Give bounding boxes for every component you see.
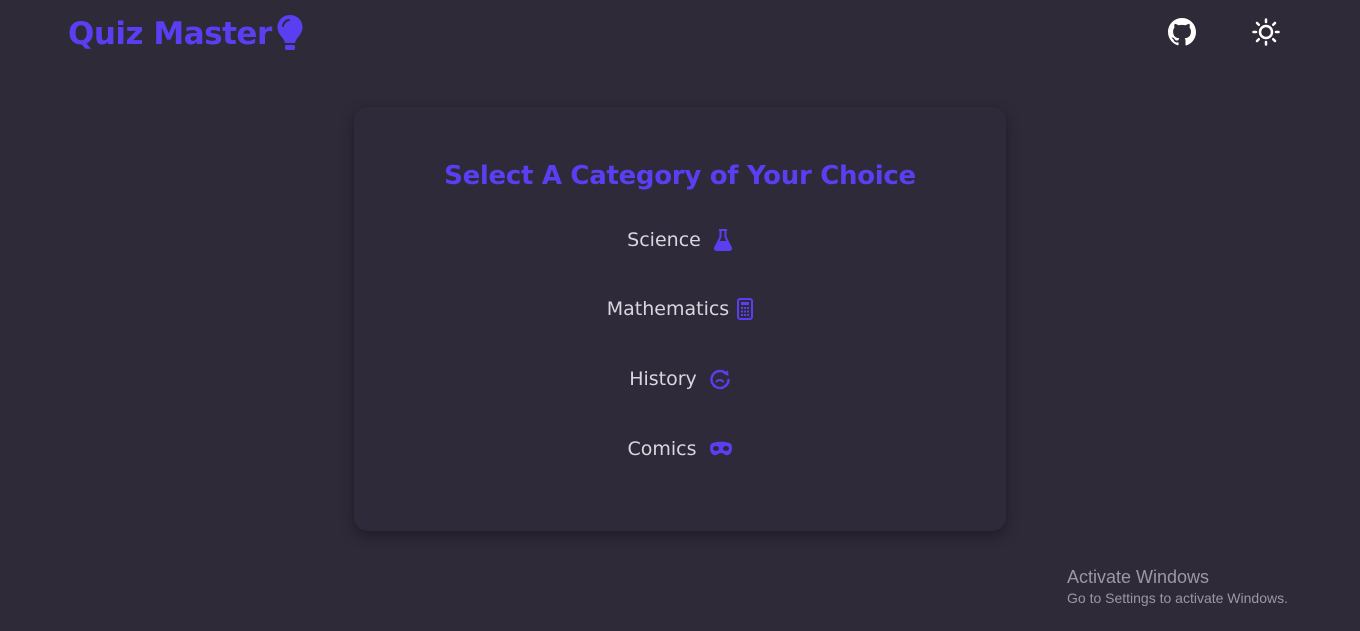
sun-icon	[1252, 18, 1280, 46]
category-card: Select A Category of Your Choice Science…	[354, 107, 1006, 531]
watermark-title: Activate Windows	[1067, 567, 1210, 587]
github-icon	[1168, 18, 1197, 46]
theme-toggle-button[interactable]	[1252, 18, 1280, 50]
card-title: Select A Category of Your Choice	[444, 161, 916, 191]
flask-icon	[713, 229, 732, 251]
category-label: Mathematics	[606, 298, 730, 320]
watermark-subtitle: Go to Settings to activate Windows.	[1067, 590, 1288, 606]
category-science[interactable]: Science	[354, 229, 1006, 251]
category-label: Science	[627, 229, 701, 251]
lightbulb-icon	[277, 15, 303, 50]
github-link[interactable]	[1168, 18, 1197, 50]
calculator-icon	[737, 298, 754, 320]
mask-icon	[709, 441, 732, 456]
app-logo[interactable]: Quiz Master	[68, 14, 304, 54]
app-title: Quiz Master	[68, 16, 272, 52]
windows-activation-watermark: Activate Windows Go to Settings to activ…	[1067, 567, 1288, 606]
category-history[interactable]: History	[354, 368, 1006, 390]
category-comics[interactable]: Comics	[354, 438, 1006, 460]
category-mathematics[interactable]: Mathematics	[354, 298, 1006, 320]
category-label: History	[629, 368, 697, 390]
history-icon	[710, 369, 730, 390]
category-label: Comics	[627, 438, 697, 460]
